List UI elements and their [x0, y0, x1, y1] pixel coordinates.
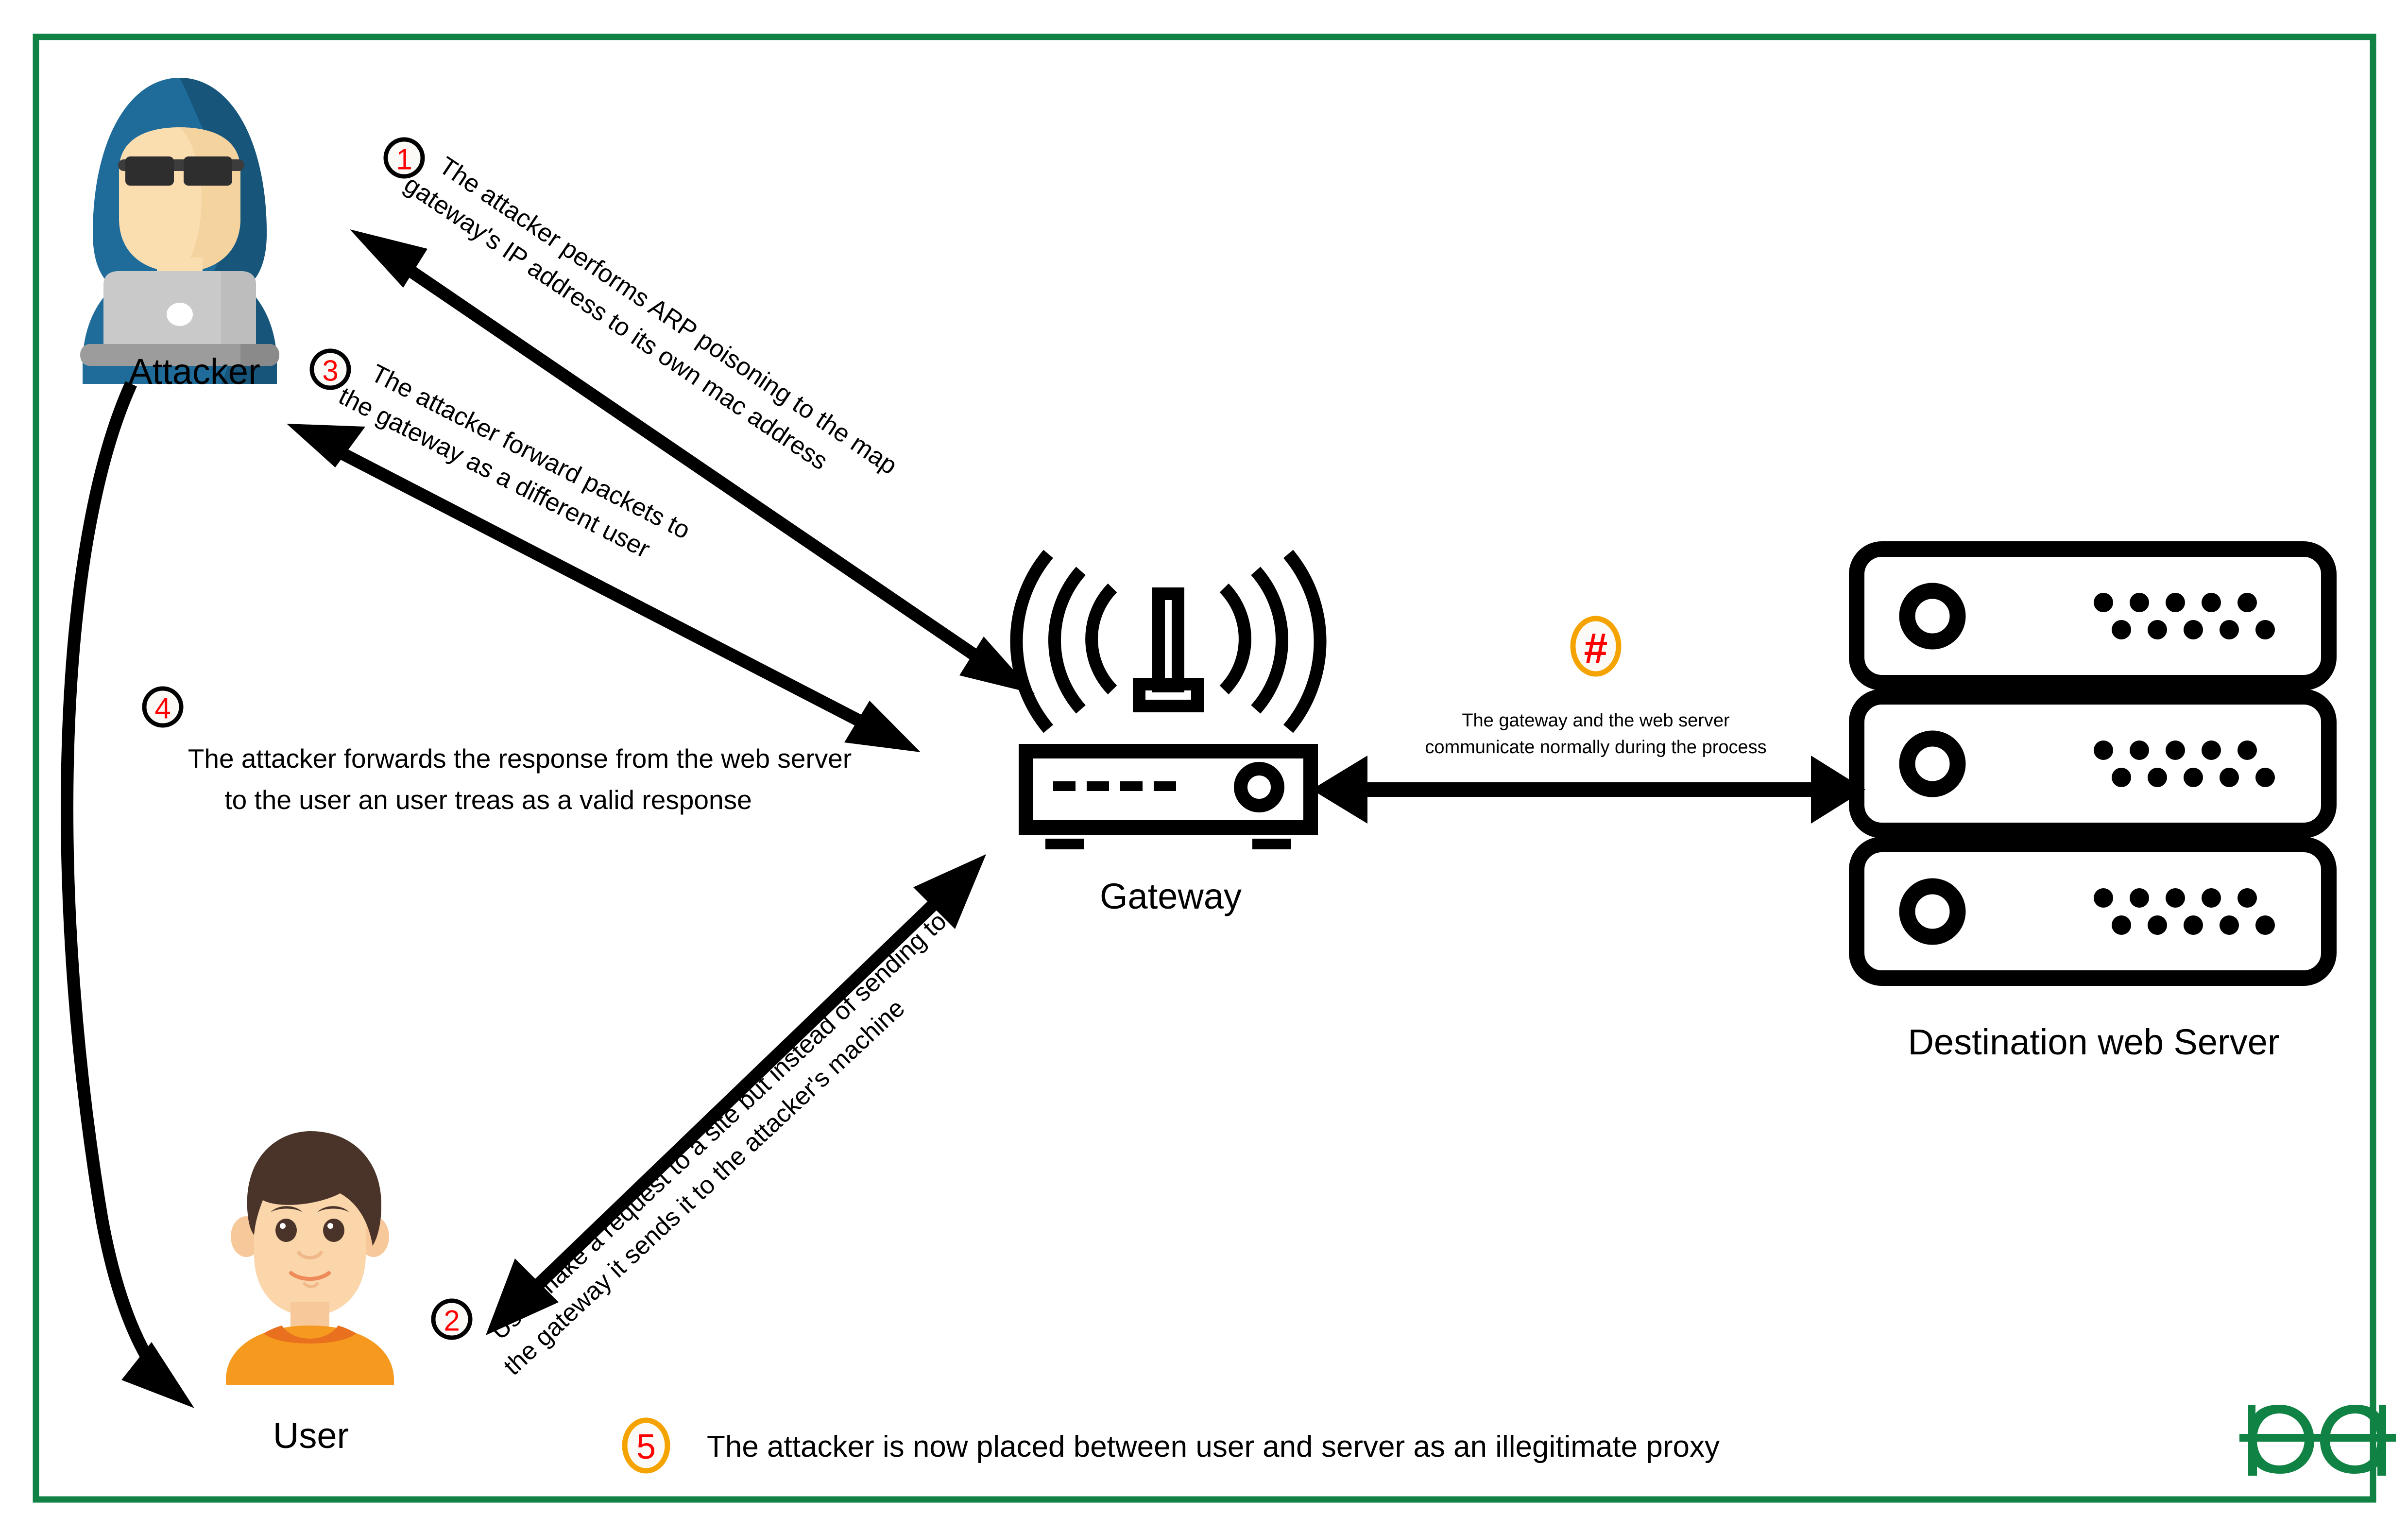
step-marker-2-number: 2	[444, 1305, 460, 1337]
geeksforgeeks-logo	[2239, 1405, 2396, 1476]
step-2-line-2: the gateway it sends it to the attacker'…	[498, 994, 910, 1381]
step-marker-4: 4	[142, 686, 184, 728]
hash-marker: #	[1570, 616, 1622, 677]
step-3-line-1: The attacker forward packets to	[367, 359, 695, 545]
step-marker-1-number: 1	[396, 143, 412, 176]
hash-symbol: #	[1584, 624, 1608, 672]
step-2-text: User make a request to a site but instea…	[485, 907, 952, 1381]
attacker-label: Attacker	[128, 351, 260, 392]
step-marker-2: 2	[431, 1298, 473, 1340]
gateway-router-icon	[1010, 550, 1327, 849]
server-label: Destination web Server	[1908, 1022, 2279, 1062]
step-marker-3: 3	[309, 348, 351, 390]
server-rack-icon	[1849, 541, 2337, 986]
gateway-label: Gateway	[1100, 876, 1242, 916]
gateway-server-note-line-2: communicate normally during the process	[1425, 737, 1766, 758]
diagram-svg: 1 3 4 2 5 # Attacker Gateway Destination…	[33, 34, 2396, 1503]
attacker-icon	[80, 78, 279, 384]
step-marker-1: 1	[383, 137, 425, 179]
step-marker-4-number: 4	[154, 692, 171, 725]
user-icon	[226, 1131, 394, 1385]
step-4-line-2: to the user an user treas as a valid res…	[224, 785, 751, 815]
gateway-server-note-text: The gateway and the web server communica…	[1425, 710, 1766, 758]
step-marker-3-number: 3	[322, 355, 338, 387]
step-4-line-1: The attacker forwards the response from …	[188, 743, 852, 774]
arrow-gateway-server	[1312, 756, 1865, 824]
step-4-text: The attacker forwards the response from …	[188, 743, 852, 815]
diagram-canvas: 1 3 4 2 5 # Attacker Gateway Destination…	[0, 0, 2408, 1533]
user-label: User	[273, 1415, 349, 1456]
step-marker-5: 5	[622, 1417, 670, 1474]
arrow-step-4	[61, 381, 194, 1408]
step-marker-5-number: 5	[636, 1428, 656, 1466]
step-2-line-1: User make a request to a site but instea…	[485, 907, 952, 1345]
gateway-server-note-line-1: The gateway and the web server	[1462, 710, 1730, 731]
step-5-caption: The attacker is now placed between user …	[707, 1430, 1720, 1464]
